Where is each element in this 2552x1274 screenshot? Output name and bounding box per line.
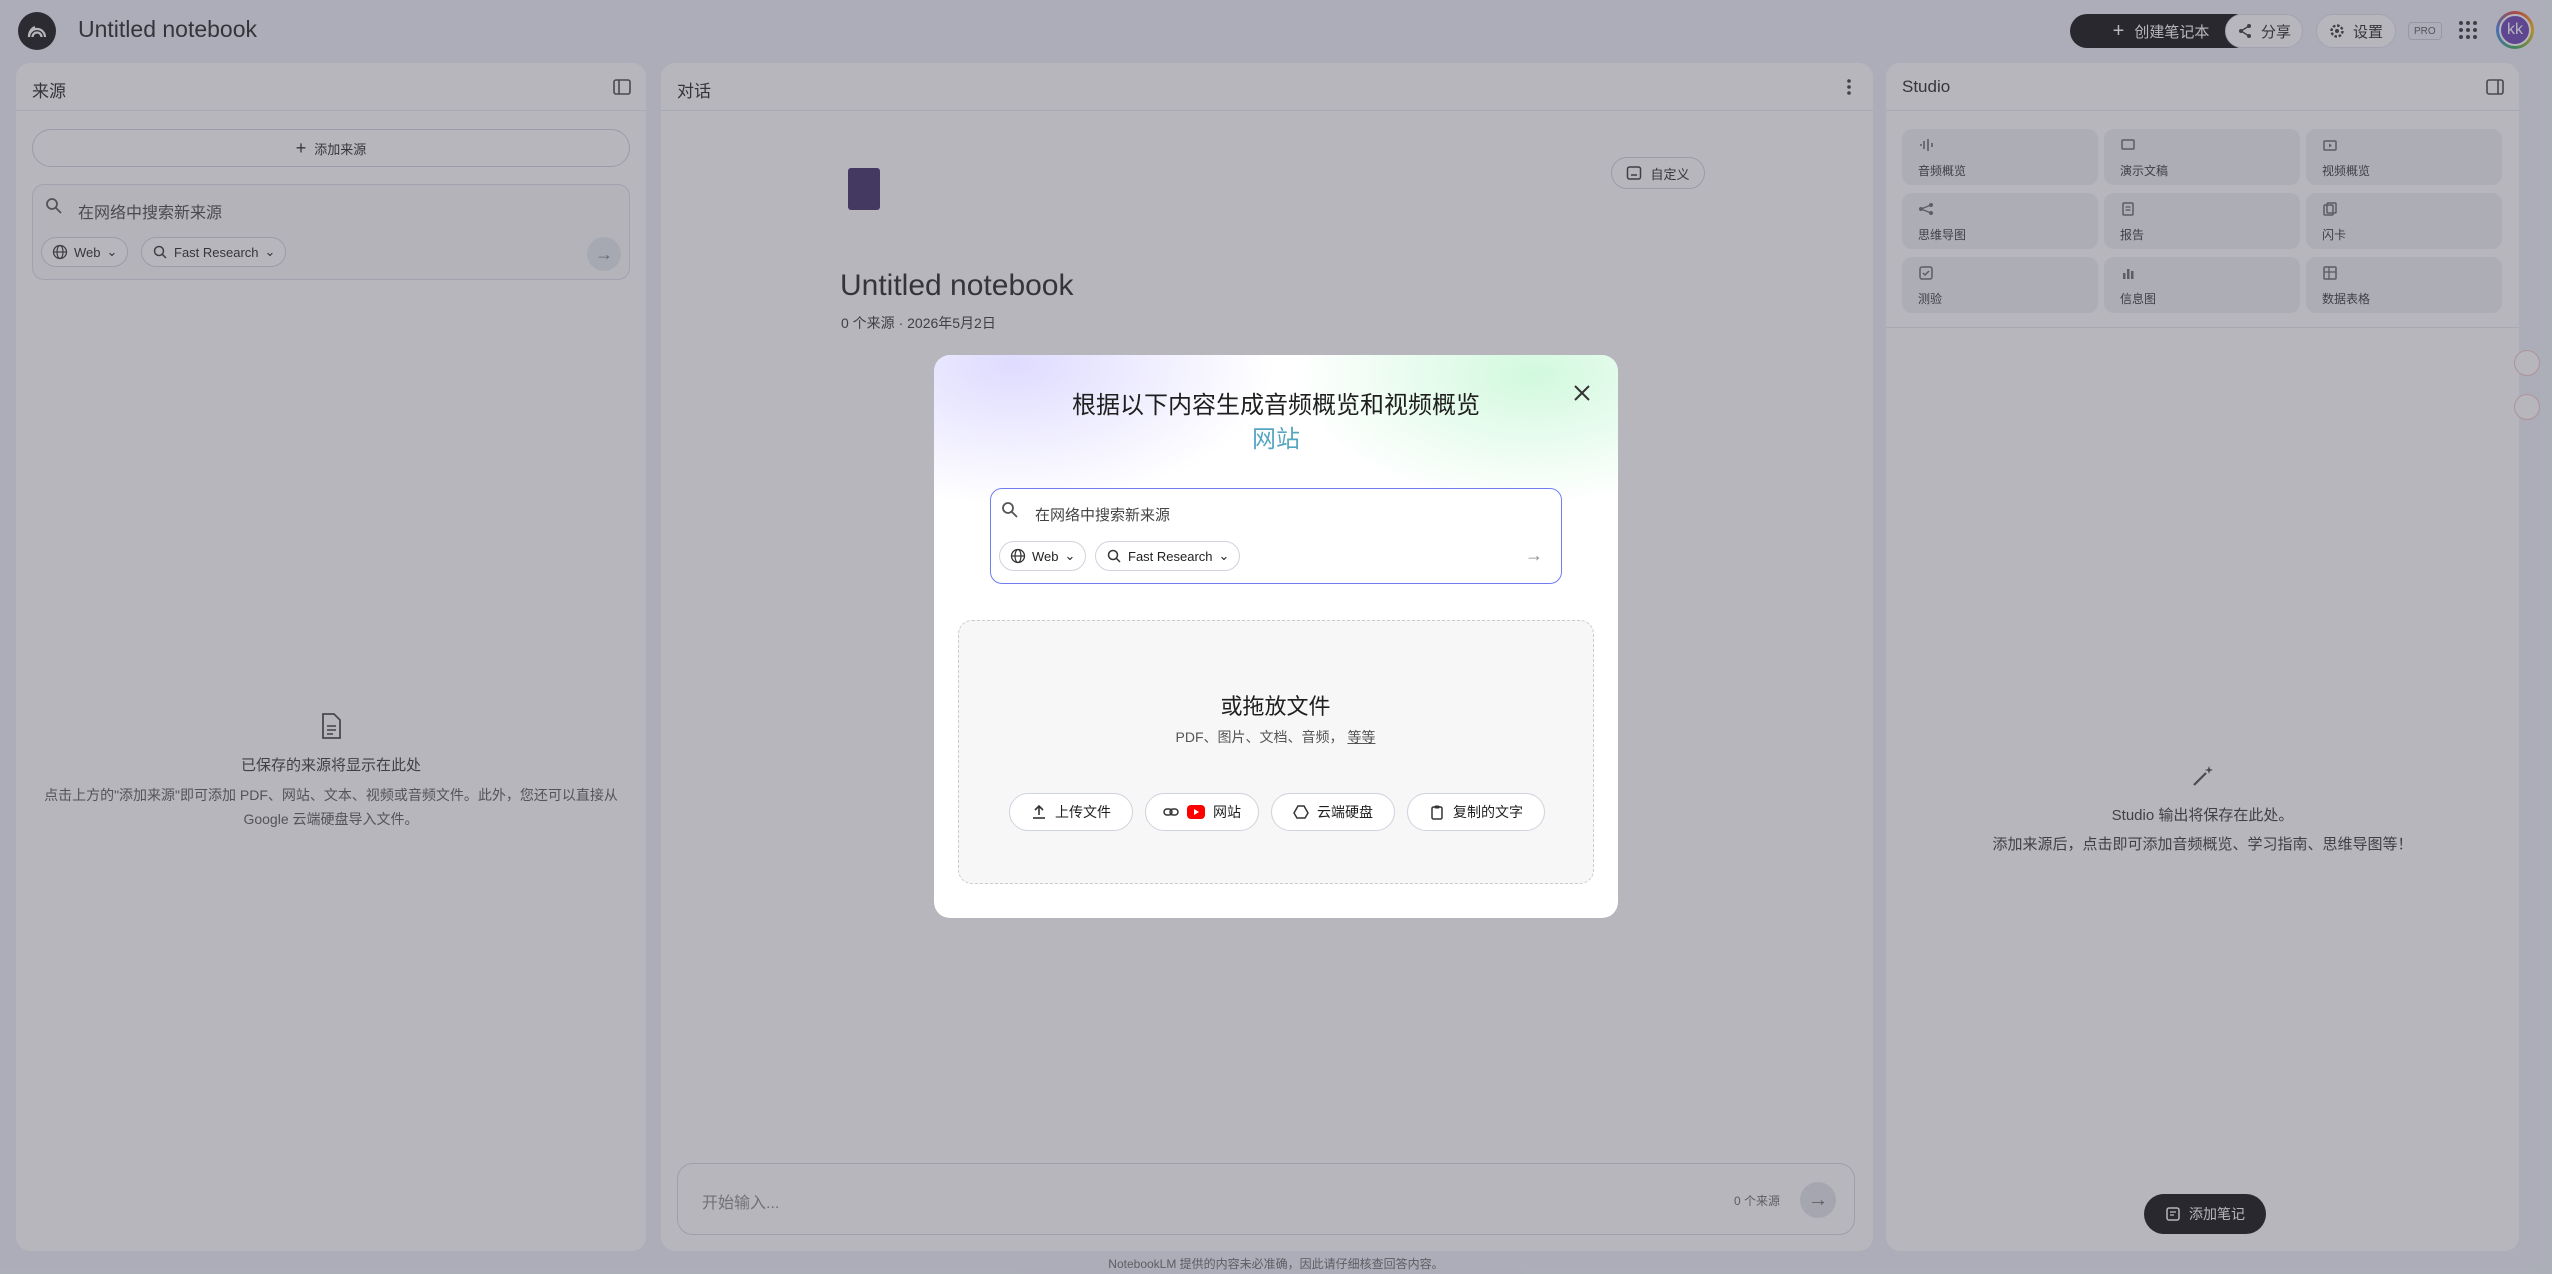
dialog-title: 根据以下内容生成音频概览和视频概览 xyxy=(1072,392,1480,419)
search-icon xyxy=(1002,502,1018,518)
upload-icon xyxy=(1033,804,1045,819)
upload-label: 上传文件 xyxy=(1055,804,1111,820)
paste-label: 复制的文字 xyxy=(1453,804,1523,820)
website-label: 网站 xyxy=(1213,804,1241,820)
paste-text-button[interactable]: 复制的文字 xyxy=(1407,793,1545,831)
dialog-search-input[interactable]: 在网络中搜索新来源 xyxy=(1035,504,1170,525)
dialog-search-box[interactable]: 在网络中搜索新来源 Web ⌄ Fast Research ⌄ → xyxy=(990,488,1562,584)
arrow-right-icon: → xyxy=(1525,545,1543,565)
chevron-down-icon: ⌄ xyxy=(1218,548,1230,563)
search-submit-button[interactable]: → xyxy=(1525,545,1543,566)
globe-icon xyxy=(1010,548,1026,564)
chevron-down-icon: ⌄ xyxy=(1064,548,1076,563)
file-drop-zone[interactable]: 或拖放文件 PDF、图片、文档、音频， 等等 上传文件 网站 云端硬盘 复制的文… xyxy=(958,620,1594,884)
link-icon xyxy=(1163,808,1179,816)
drive-label: 云端硬盘 xyxy=(1317,804,1373,820)
drive-button[interactable]: 云端硬盘 xyxy=(1271,793,1395,831)
website-button[interactable]: 网站 xyxy=(1145,793,1259,831)
web-chip-label: Web xyxy=(1032,548,1059,564)
more-types-link[interactable]: 等等 xyxy=(1347,729,1375,745)
drop-types-text: PDF、图片、文档、音频， xyxy=(1175,729,1344,745)
upload-file-button[interactable]: 上传文件 xyxy=(1009,793,1133,831)
dialog-subtitle: 网站 xyxy=(934,419,1618,454)
research-mode-dropdown[interactable]: Fast Research ⌄ xyxy=(1095,541,1241,571)
research-chip-label: Fast Research xyxy=(1128,548,1213,564)
web-dropdown[interactable]: Web ⌄ xyxy=(999,541,1087,571)
add-source-dialog: 根据以下内容生成音频概览和视频概览 网站 在网络中搜索新来源 Web ⌄ Fas… xyxy=(934,355,1618,918)
youtube-icon xyxy=(1187,805,1205,819)
drop-title: 或拖放文件 xyxy=(1220,694,1331,719)
drive-icon xyxy=(1293,805,1309,819)
clipboard-icon xyxy=(1431,805,1443,820)
sparkle-search-icon xyxy=(1107,549,1121,563)
drop-file-types: PDF、图片、文档、音频， 等等 xyxy=(959,727,1592,747)
